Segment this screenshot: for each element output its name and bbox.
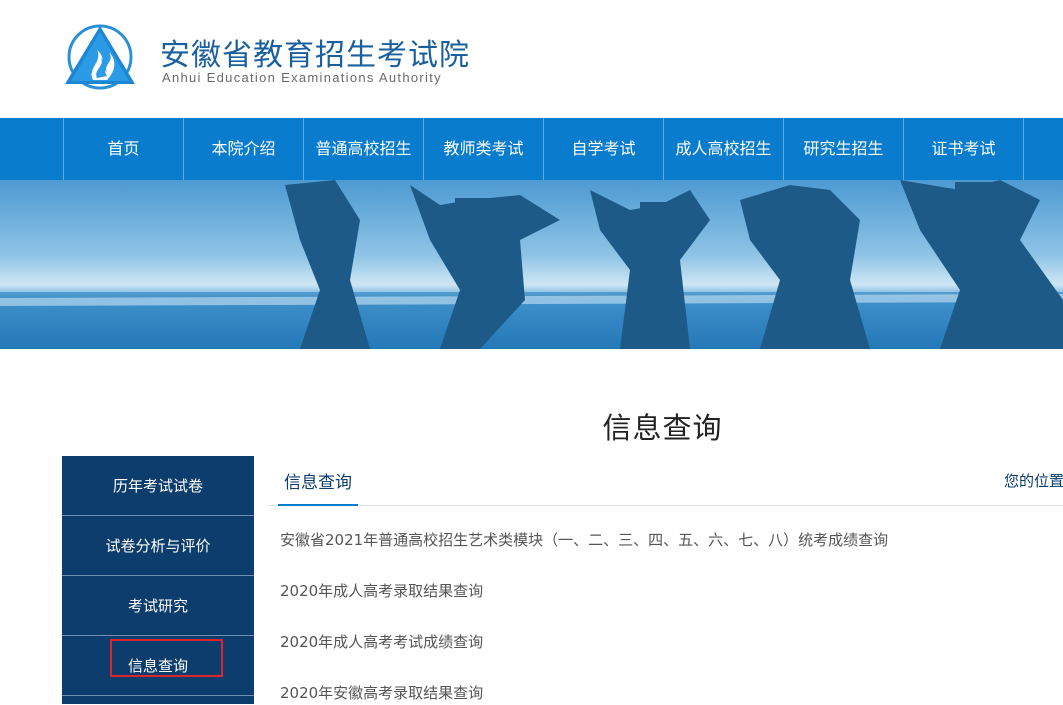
nav-item-teacher-exam[interactable]: 教师类考试 xyxy=(423,118,543,180)
breadcrumb: 您的位置 xyxy=(1004,472,1063,490)
page-title: 信息查询 xyxy=(602,411,723,445)
nav-item-more[interactable]: 中 xyxy=(1023,118,1063,180)
nav-item-adult-admission[interactable]: 成人高校招生 xyxy=(663,118,783,180)
sidebar-item-past-papers[interactable]: 历年考试试卷 xyxy=(62,456,254,516)
site-subtitle: Anhui Education Examinations Authority xyxy=(162,70,442,85)
query-list: 安徽省2021年普通高校招生艺术类模块（一、二、三、四、五、六、七、八）统考成绩… xyxy=(280,523,1063,705)
content-tab-bar: 信息查询 您的位置 xyxy=(268,456,1063,506)
graduates-banner-image xyxy=(0,180,1063,349)
sidebar-item-paper-analysis[interactable]: 试卷分析与评价 xyxy=(62,516,254,576)
list-item[interactable]: 2020年安徽高考录取结果查询 xyxy=(280,676,1063,705)
site-title[interactable]: 安徽省教育招生考试院 xyxy=(160,30,470,74)
triangle-flame-logo-icon[interactable] xyxy=(63,22,137,92)
sidebar-tail xyxy=(62,696,254,704)
site-header: 安徽省教育招生考试院 Anhui Education Examinations … xyxy=(0,0,1063,118)
nav-item-certificate-exam[interactable]: 证书考试 xyxy=(903,118,1023,180)
sidebar-item-info-query[interactable]: 信息查询 xyxy=(62,636,254,696)
highlight-annotation-box xyxy=(110,639,223,677)
sidebar-item-label: 历年考试试卷 xyxy=(112,477,203,495)
sidebar-menu: 历年考试试卷 试卷分析与评价 考试研究 信息查询 xyxy=(62,456,254,704)
list-item[interactable]: 安徽省2021年普通高校招生艺术类模块（一、二、三、四、五、六、七、八）统考成绩… xyxy=(280,523,1063,574)
nav-item-college-admission[interactable]: 普通高校招生 xyxy=(303,118,423,180)
tab-info-query[interactable]: 信息查询 xyxy=(278,468,358,506)
list-item[interactable]: 2020年成人高考录取结果查询 xyxy=(280,574,1063,625)
nav-item-home[interactable]: 首页 xyxy=(63,118,183,180)
nav-item-self-study-exam[interactable]: 自学考试 xyxy=(543,118,663,180)
hero-banner xyxy=(0,180,1063,349)
sidebar-item-label: 试卷分析与评价 xyxy=(105,537,211,555)
nav-item-about[interactable]: 本院介绍 xyxy=(183,118,303,180)
sidebar-item-label: 考试研究 xyxy=(127,597,188,615)
sidebar-item-exam-research[interactable]: 考试研究 xyxy=(62,576,254,636)
list-item[interactable]: 2020年成人高考考试成绩查询 xyxy=(280,625,1063,676)
nav-item-graduate-admission[interactable]: 研究生招生 xyxy=(783,118,903,180)
main-nav: 首页 本院介绍 普通高校招生 教师类考试 自学考试 成人高校招生 研究生招生 证… xyxy=(0,118,1063,180)
